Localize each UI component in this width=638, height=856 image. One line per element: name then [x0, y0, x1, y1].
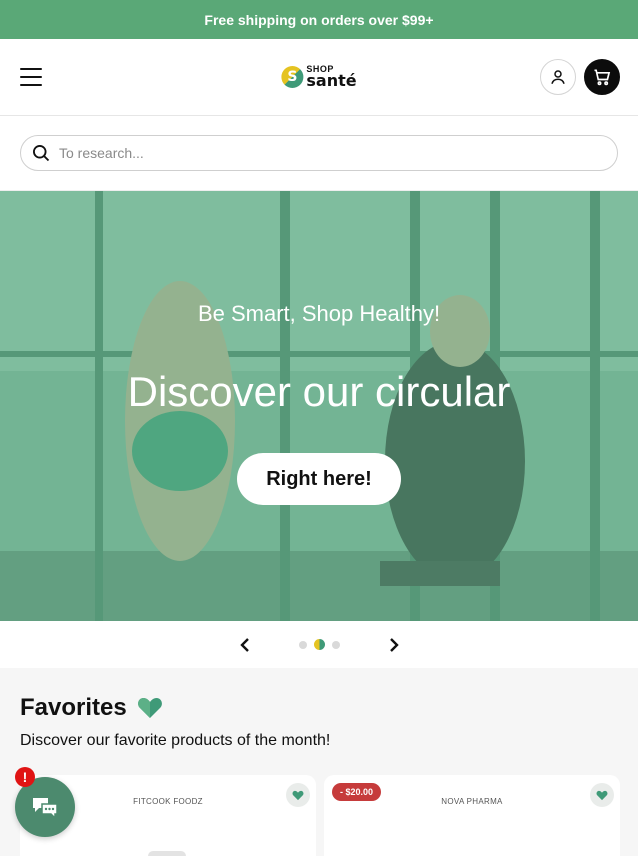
product-image[interactable]	[148, 851, 186, 856]
carousel-dot[interactable]	[331, 640, 340, 649]
carousel-next-button[interactable]	[384, 635, 404, 655]
favorites-heading: Favorites	[20, 694, 618, 722]
cart-button[interactable]	[584, 59, 620, 95]
logo-mark-icon	[281, 66, 304, 88]
hero-title: Discover our circular	[127, 368, 511, 415]
favorites-section: Favorites Discover our favorite products…	[0, 668, 638, 856]
heart-icon	[596, 790, 608, 800]
carousel-dot[interactable]	[298, 640, 307, 649]
user-icon	[551, 70, 565, 84]
hero-banner[interactable]: Be Smart, Shop Healthy! Discover our cir…	[0, 191, 638, 621]
search-input[interactable]	[59, 145, 579, 161]
account-button[interactable]	[540, 59, 576, 95]
logo[interactable]: SHOP santé	[281, 65, 357, 90]
product-brand: NOVA PHARMA	[441, 797, 503, 806]
announcement-bar: Free shipping on orders over $99+	[0, 0, 638, 39]
favorites-title: Favorites	[20, 694, 127, 721]
product-card[interactable]: - $20.00 NOVA PHARMA	[324, 775, 620, 856]
carousel-dot-active[interactable]	[313, 639, 325, 650]
carousel-controls	[0, 621, 638, 668]
cart-icon	[594, 69, 611, 86]
carousel-prev-button[interactable]	[235, 635, 255, 655]
wishlist-button[interactable]	[286, 783, 310, 807]
hero-cta-button[interactable]: Right here!	[237, 453, 401, 505]
menu-icon[interactable]	[20, 68, 42, 86]
favorites-subtitle: Discover our favorite products of the mo…	[20, 732, 331, 749]
search-section	[0, 116, 638, 191]
chevron-right-icon	[389, 637, 399, 652]
site-header: SHOP santé	[0, 39, 638, 116]
chat-bubbles-icon	[33, 798, 58, 819]
heart-icon	[292, 790, 304, 800]
hero-kicker: Be Smart, Shop Healthy!	[197, 301, 441, 326]
search-icon	[33, 145, 50, 162]
heart-icon	[137, 698, 162, 718]
logo-sante-text: santé	[306, 71, 357, 90]
wishlist-button[interactable]	[590, 783, 614, 807]
chevron-left-icon	[239, 637, 249, 652]
chat-notification-badge: !	[15, 767, 35, 787]
product-list: FITCOOK FOODZ - $20.00 NOVA PHARMA	[20, 775, 620, 856]
carousel-dots	[298, 639, 340, 650]
search-bar[interactable]	[20, 135, 618, 171]
announcement-text: Free shipping on orders over $99+	[204, 11, 434, 28]
